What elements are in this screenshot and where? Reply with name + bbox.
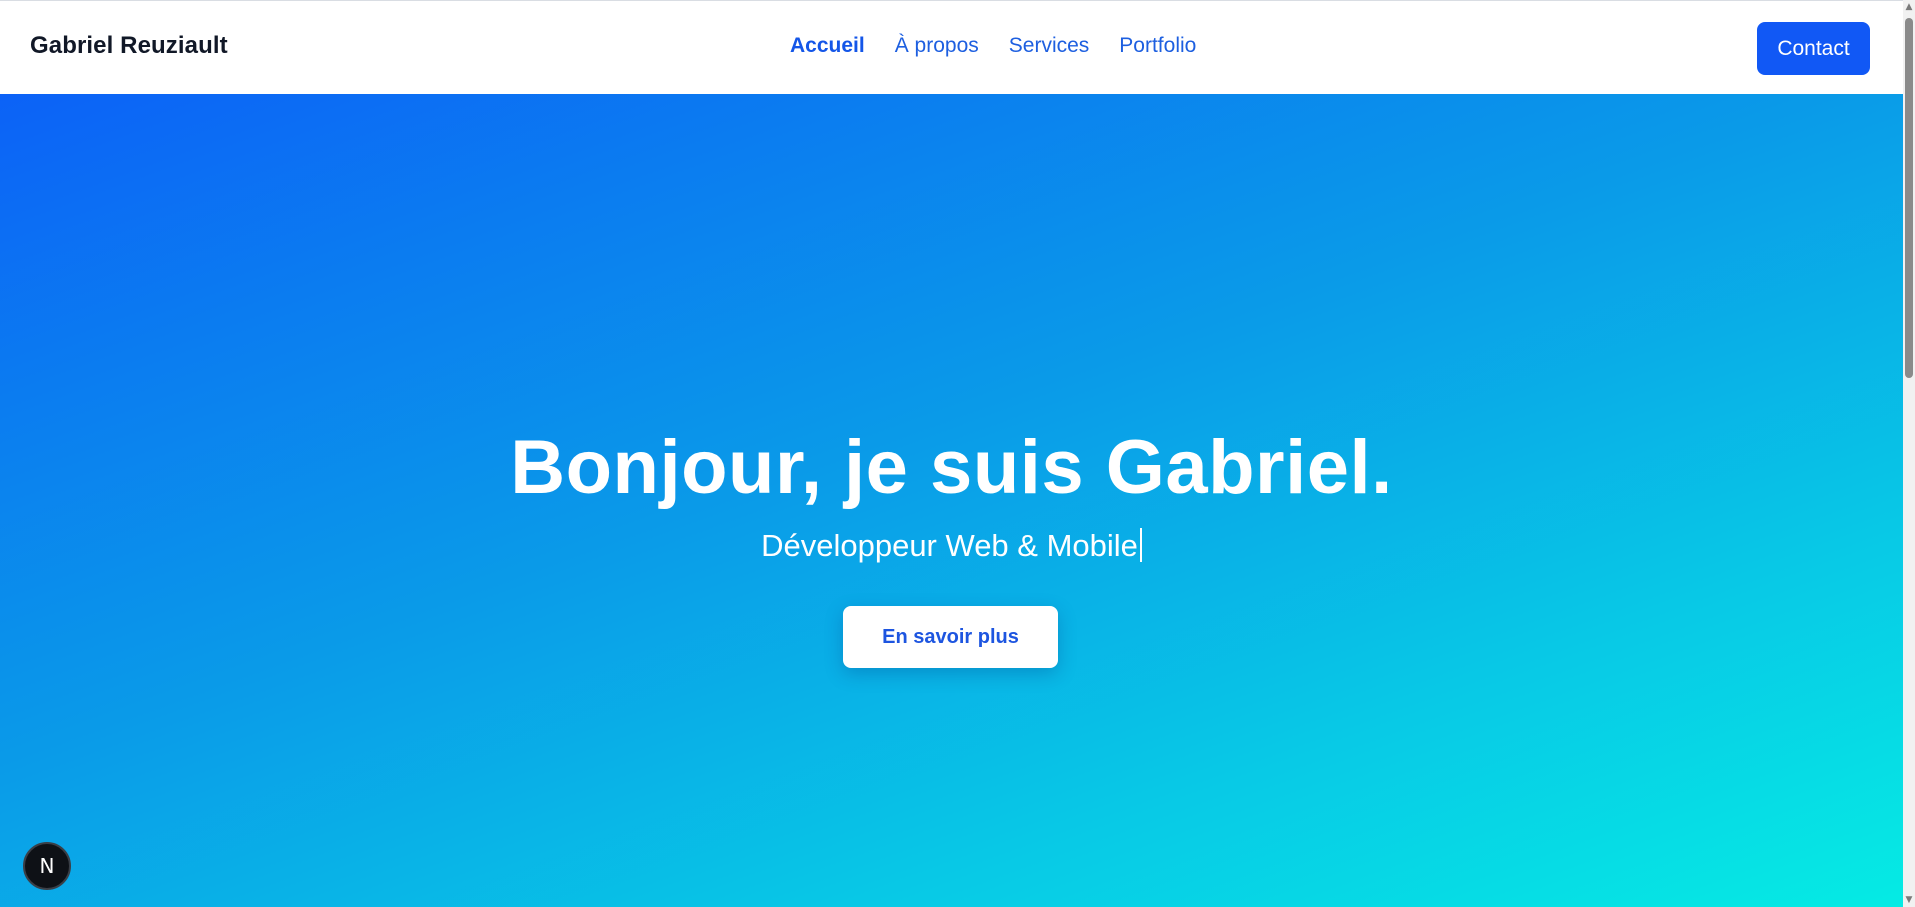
- nav-link-a-propos[interactable]: À propos: [895, 34, 979, 58]
- brand-logo[interactable]: Gabriel Reuziault: [30, 32, 228, 60]
- nextjs-dev-indicator[interactable]: N: [23, 842, 71, 890]
- vertical-scrollbar[interactable]: ▲ ▼: [1903, 0, 1915, 907]
- scroll-up-arrow-icon[interactable]: ▲: [1903, 0, 1915, 14]
- main-nav: Accueil À propos Services Portfolio: [790, 34, 1196, 58]
- scrollbar-thumb[interactable]: [1905, 18, 1913, 378]
- hero-section: Bonjour, je suis Gabriel. Développeur We…: [0, 94, 1903, 907]
- nextjs-icon: N: [39, 854, 55, 878]
- nav-link-portfolio[interactable]: Portfolio: [1119, 34, 1196, 58]
- contact-button[interactable]: Contact: [1757, 22, 1870, 75]
- page: Gabriel Reuziault Accueil À propos Servi…: [0, 0, 1915, 907]
- typing-cursor: [1139, 528, 1142, 562]
- nav-link-accueil[interactable]: Accueil: [790, 34, 865, 58]
- learn-more-button[interactable]: En savoir plus: [843, 606, 1058, 668]
- site-header: Gabriel Reuziault Accueil À propos Servi…: [0, 0, 1903, 94]
- hero-subtitle-line: Développeur Web & Mobile: [0, 528, 1903, 564]
- scroll-down-arrow-icon[interactable]: ▼: [1903, 893, 1915, 907]
- nav-link-services[interactable]: Services: [1009, 34, 1090, 58]
- hero-subtitle: Développeur Web & Mobile: [761, 528, 1138, 563]
- hero-title: Bonjour, je suis Gabriel.: [510, 425, 1393, 510]
